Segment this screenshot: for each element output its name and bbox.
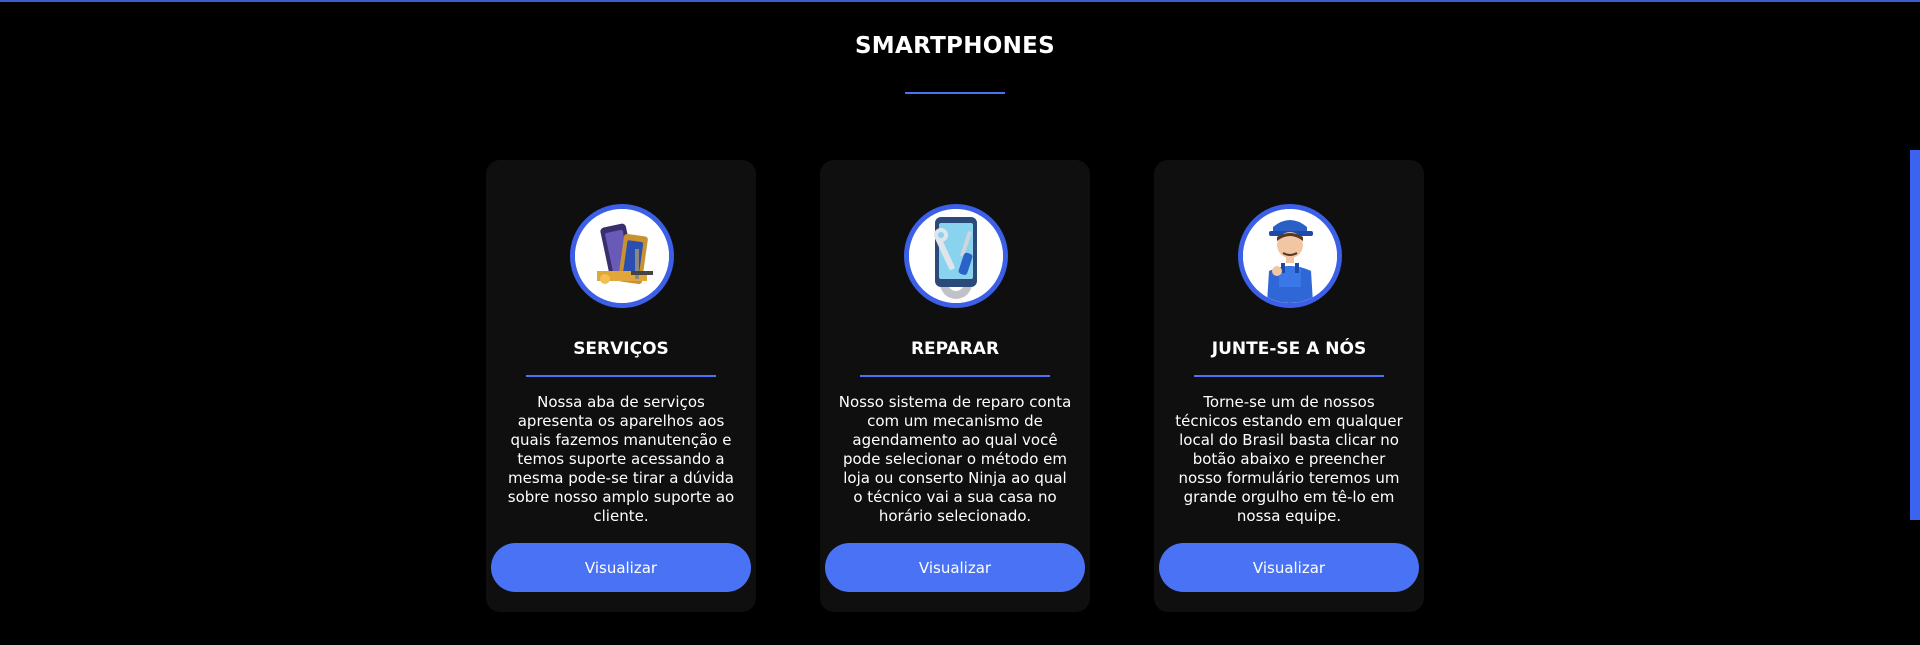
technician-icon bbox=[1238, 204, 1342, 308]
card-description: Torne-se um de nossos técnicos estando e… bbox=[1175, 393, 1403, 525]
card-underline bbox=[860, 375, 1050, 377]
card-servicos: SERVIÇOS Nossa aba de serviços apresenta… bbox=[486, 160, 756, 612]
top-border bbox=[0, 0, 1920, 2]
visualizar-servicos-button[interactable]: Visualizar bbox=[491, 543, 751, 592]
scrollbar-thumb[interactable] bbox=[1910, 150, 1920, 520]
visualizar-junte-se-button[interactable]: Visualizar bbox=[1159, 543, 1419, 592]
card-title: REPARAR bbox=[910, 339, 1000, 359]
card-reparar: REPARAR Nosso sistema de reparo conta co… bbox=[820, 160, 1090, 612]
card-description: Nossa aba de serviços apresenta os apare… bbox=[507, 393, 735, 525]
title-underline bbox=[905, 92, 1005, 94]
card-underline bbox=[526, 375, 716, 377]
section-title: SMARTPHONES bbox=[854, 33, 1056, 59]
card-description: Nosso sistema de reparo conta com um mec… bbox=[838, 393, 1072, 525]
card-title: JUNTE-SE A NÓS bbox=[1211, 339, 1367, 359]
phone-repair-icon bbox=[570, 204, 674, 308]
card-junte-se: JUNTE-SE A NÓS Torne-se um de nossos téc… bbox=[1154, 160, 1424, 612]
visualizar-reparar-button[interactable]: Visualizar bbox=[825, 543, 1085, 592]
card-title: SERVIÇOS bbox=[573, 339, 669, 359]
tools-smartphone-icon bbox=[904, 204, 1008, 308]
card-underline bbox=[1194, 375, 1384, 377]
